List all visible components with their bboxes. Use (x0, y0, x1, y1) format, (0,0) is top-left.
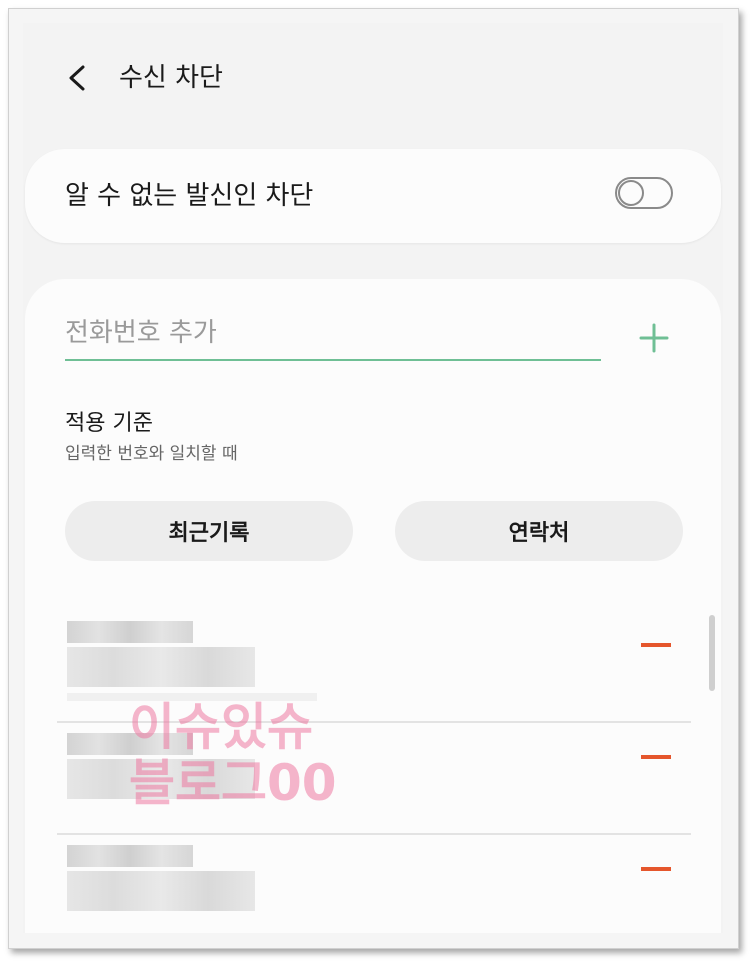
back-button[interactable] (63, 63, 93, 93)
add-number-button[interactable] (639, 323, 669, 353)
criteria-subtitle: 입력한 번호와 일치할 때 (65, 444, 238, 464)
blocked-number-row (57, 833, 691, 933)
watermark-line1: 이슈있슈 (129, 698, 313, 756)
unknown-caller-card[interactable]: 알 수 없는 발신인 차단 (25, 149, 721, 243)
remove-number-button[interactable] (641, 755, 671, 759)
criteria-title[interactable]: 적용 기준 (65, 405, 153, 437)
phone-number-input[interactable] (65, 307, 601, 361)
unknown-caller-label: 알 수 없는 발신인 차단 (65, 181, 314, 211)
blurred-detail (67, 647, 255, 687)
watermark-line2: 블로그00 (129, 754, 337, 812)
page-title: 수신 차단 (119, 63, 223, 93)
remove-number-button[interactable] (641, 643, 671, 647)
contacts-button[interactable]: 연락처 (395, 501, 683, 561)
recent-log-button[interactable]: 최근기록 (65, 501, 353, 561)
blurred-detail (67, 871, 255, 911)
app-header: 수신 차단 (23, 43, 723, 103)
block-list-card: 적용 기준 입력한 번호와 일치할 때 최근기록 연락처 (25, 279, 721, 933)
screenshot-frame: 수신 차단 알 수 없는 발신인 차단 적용 기준 입력한 번호와 일치할 때 … (8, 8, 739, 949)
toggle-knob (618, 180, 644, 206)
blurred-number (67, 621, 193, 643)
back-arrow-icon (69, 65, 85, 91)
scrollbar[interactable] (709, 615, 715, 691)
blog-watermark: 이슈있슈 블로그00 (129, 699, 389, 811)
remove-number-button[interactable] (641, 867, 671, 871)
plus-icon (639, 323, 669, 353)
blurred-number (67, 845, 193, 867)
unknown-caller-toggle[interactable] (615, 177, 673, 209)
